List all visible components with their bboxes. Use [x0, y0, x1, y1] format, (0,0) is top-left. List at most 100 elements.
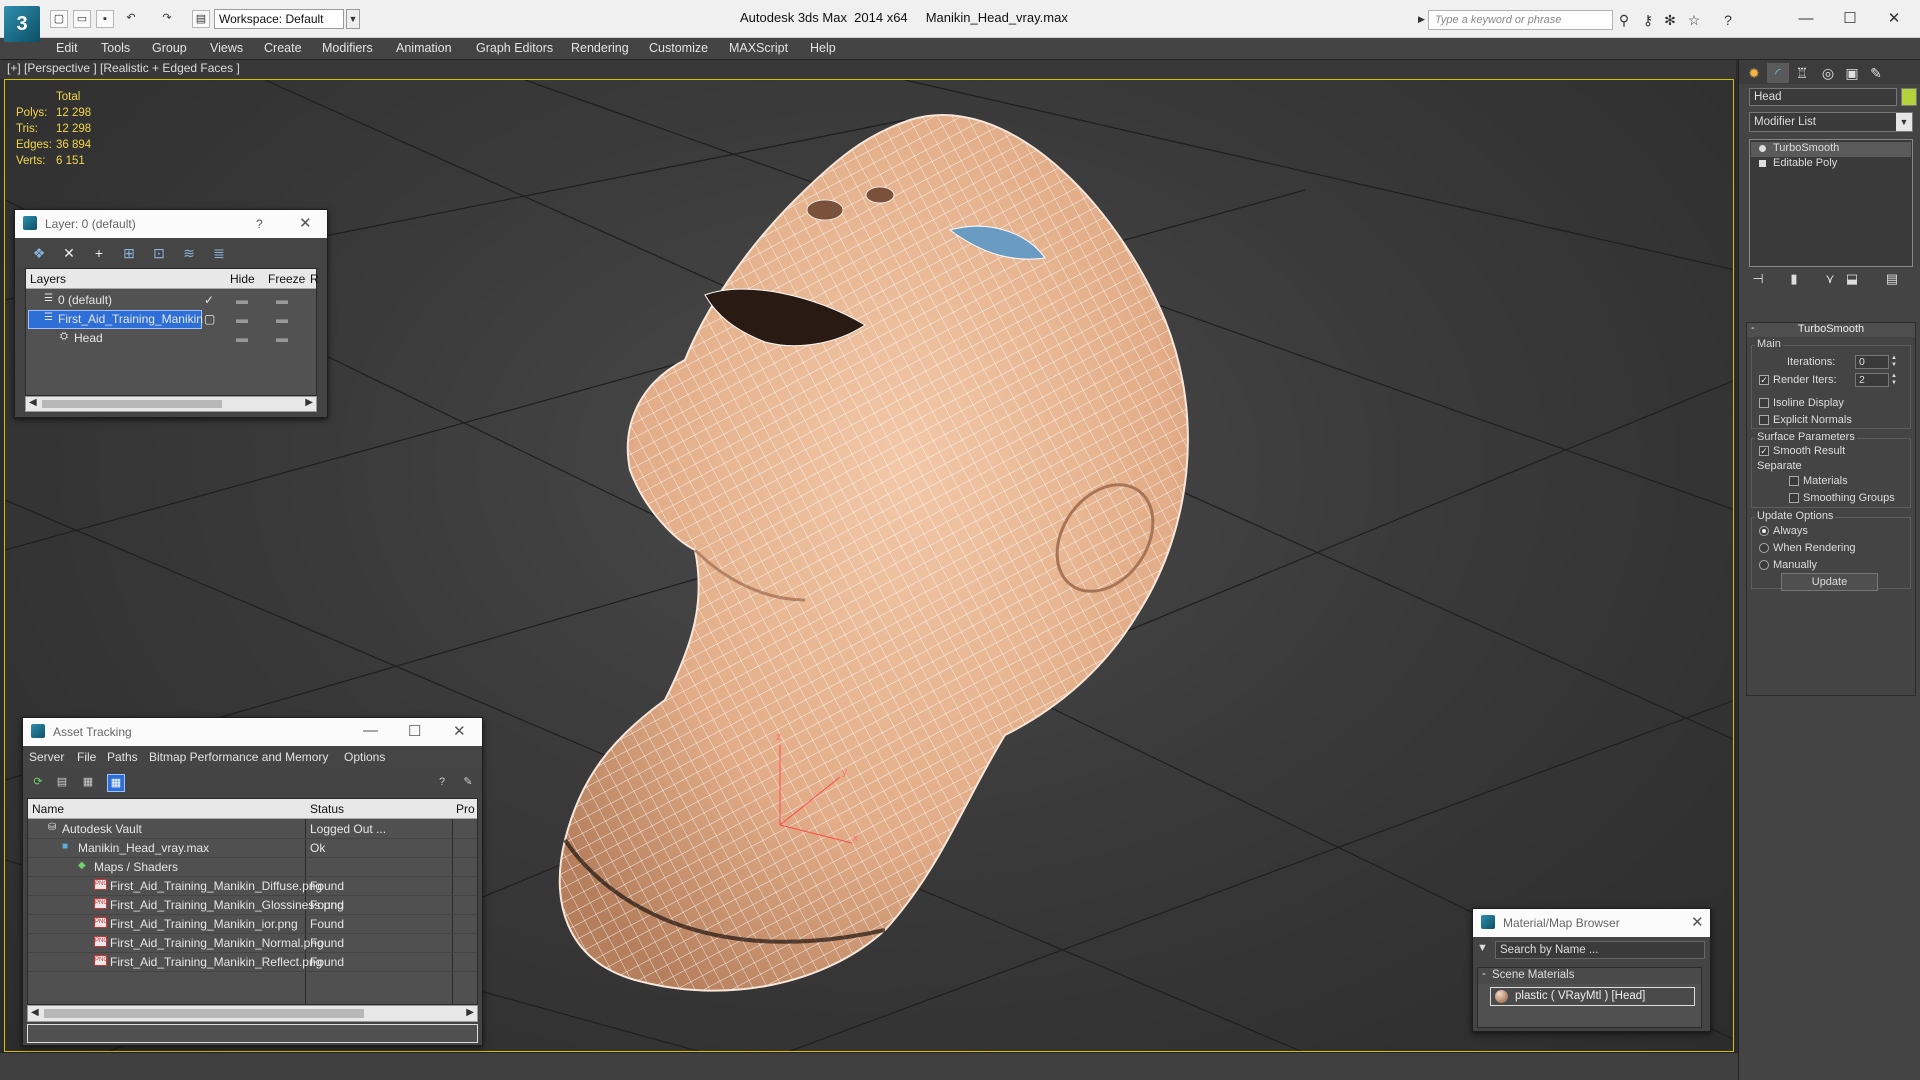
asset-row[interactable]: ⛁ Autodesk Vault Logged Out ... — [28, 820, 477, 839]
material-item[interactable]: plastic ( VRayMtl ) [Head] — [1490, 987, 1695, 1006]
remove-modifier-icon[interactable]: ⬓ — [1843, 271, 1861, 289]
collapse-icon[interactable]: - — [1482, 968, 1486, 980]
object-name-field[interactable]: Head — [1749, 88, 1897, 106]
update-button[interactable]: Update — [1781, 573, 1878, 591]
scroll-right-icon[interactable]: ▶ — [466, 1007, 474, 1018]
detail-view-icon[interactable]: ▦ — [79, 774, 97, 792]
save-file-icon[interactable]: ▪ — [96, 10, 114, 28]
close-icon[interactable]: ✕ — [1874, 7, 1914, 31]
add-to-layer-icon[interactable]: ⊞ — [119, 244, 139, 262]
asset-row[interactable]: PNG First_Aid_Training_Manikin_Reflect.p… — [28, 953, 477, 972]
menu-group[interactable]: Group — [152, 41, 187, 55]
make-unique-icon[interactable]: ⋎ — [1821, 271, 1839, 289]
browser-options-icon[interactable]: ▼ — [1477, 942, 1488, 954]
layer-dialog-titlebar[interactable]: Layer: 0 (default) ? ✕ — [15, 210, 327, 238]
smoothing-groups-checkbox[interactable] — [1789, 493, 1799, 503]
asset-row[interactable]: PNG First_Aid_Training_Manikin_Normal.pn… — [28, 934, 477, 953]
render-iters-checkbox[interactable]: ✓ — [1759, 375, 1769, 385]
menu-rendering[interactable]: Rendering — [571, 41, 629, 55]
object-color-swatch[interactable] — [1901, 88, 1917, 106]
asset-row[interactable]: ■ Manikin_Head_vray.max Ok — [28, 839, 477, 858]
asset-row[interactable]: PNG First_Aid_Training_Manikin_ior.png F… — [28, 915, 477, 934]
layer-row[interactable]: ⛭ Head ▬ ▬ — [26, 329, 316, 348]
col-status[interactable]: Status — [310, 802, 344, 816]
show-end-result-icon[interactable]: ▮ — [1785, 271, 1803, 289]
refresh-icon[interactable]: ⟳ — [29, 774, 47, 792]
col-layers[interactable]: Layers — [30, 272, 66, 286]
material-search-input[interactable]: Search by Name ... — [1495, 941, 1705, 959]
scroll-thumb[interactable] — [44, 1009, 364, 1018]
layer-settings-icon[interactable]: ❖ — [29, 244, 49, 262]
stack-item-turbosmooth[interactable]: TurboSmooth — [1751, 142, 1911, 157]
update-always-radio[interactable] — [1759, 526, 1769, 536]
menu-tools[interactable]: Tools — [101, 41, 130, 55]
asset-row[interactable]: ◆ Maps / Shaders — [28, 858, 477, 877]
favorites-star-icon[interactable]: ☆ — [1684, 11, 1704, 29]
scroll-right-icon[interactable]: ▶ — [305, 397, 313, 408]
lightbulb-icon[interactable] — [1759, 145, 1766, 152]
pin-stack-icon[interactable]: ⊣ — [1749, 271, 1767, 289]
highlight-layer-icon[interactable]: ≋ — [179, 244, 199, 262]
turbosmooth-rollout-header[interactable]: - TurboSmooth — [1747, 322, 1915, 337]
minimize-icon[interactable]: — — [1786, 7, 1826, 31]
minimize-icon[interactable]: — — [363, 722, 378, 739]
menu-modifiers[interactable]: Modifiers — [322, 41, 373, 55]
modify-tab-icon[interactable]: ◜ — [1767, 63, 1789, 83]
asset-horizontal-scrollbar[interactable]: ◀ ▶ — [27, 1005, 478, 1022]
menu-server[interactable]: Server — [29, 750, 64, 764]
menu-animation[interactable]: Animation — [396, 41, 452, 55]
modifier-list-dropdown[interactable]: Modifier List ▼ — [1749, 112, 1913, 132]
maximize-icon[interactable]: ☐ — [408, 722, 421, 740]
asset-row[interactable]: PNG First_Aid_Training_Manikin_Diffuse.p… — [28, 877, 477, 896]
communication-center-icon[interactable]: ✻ — [1660, 11, 1680, 29]
list-view-icon[interactable]: ▤ — [53, 774, 71, 792]
menu-options[interactable]: Options — [344, 750, 385, 764]
help-icon[interactable]: ? — [433, 774, 451, 792]
material-map-browser[interactable]: Material/Map Browser ✕ ▼ Search by Name … — [1472, 908, 1711, 1032]
scroll-thumb[interactable] — [42, 400, 222, 408]
menu-help[interactable]: Help — [810, 41, 836, 55]
asset-dialog-titlebar[interactable]: Asset Tracking — ☐ ✕ — [23, 718, 482, 746]
freeze-toggle-icon[interactable]: ▬ — [276, 331, 288, 345]
utilities-tab-icon[interactable]: ✎ — [1865, 63, 1887, 83]
close-icon[interactable]: ✕ — [453, 722, 466, 740]
close-icon[interactable]: ✕ — [299, 214, 312, 232]
layer-explorer-dialog[interactable]: Layer: 0 (default) ? ✕ ❖ ✕ + ⊞ ⊡ ≋ ≣ Lay… — [14, 209, 328, 418]
project-folder-icon[interactable]: ▤ — [192, 10, 210, 28]
menu-paths[interactable]: Paths — [107, 750, 138, 764]
col-freeze[interactable]: Freeze — [268, 272, 305, 286]
scene-materials-header[interactable]: - Scene Materials — [1478, 968, 1701, 984]
new-file-icon[interactable]: ▢ — [50, 10, 68, 28]
maximize-icon[interactable]: ☐ — [1830, 7, 1870, 31]
create-tab-icon[interactable]: ✹ — [1743, 63, 1765, 83]
asset-row[interactable]: PNG First_Aid_Training_Manikin_Glossines… — [28, 896, 477, 915]
undo-icon[interactable]: ↶ — [122, 10, 140, 28]
scroll-left-icon[interactable]: ◀ — [31, 1007, 39, 1018]
layer-row[interactable]: ☰ 0 (default) ✓ ▬ ▬ — [26, 291, 316, 310]
menu-customize[interactable]: Customize — [649, 41, 708, 55]
menu-bitmap-performance[interactable]: Bitmap Performance and Memory — [149, 750, 328, 764]
configure-sets-icon[interactable]: ▤ — [1883, 271, 1901, 289]
hide-all-layers-icon[interactable]: ≣ — [209, 244, 229, 262]
menu-maxscript[interactable]: MAXScript — [729, 41, 788, 55]
smooth-result-checkbox[interactable]: ✓ — [1759, 446, 1769, 456]
menu-edit[interactable]: Edit — [56, 41, 78, 55]
menu-graph-editors[interactable]: Graph Editors — [476, 41, 553, 55]
app-logo-button[interactable]: 3 — [4, 6, 40, 42]
update-manually-radio[interactable] — [1759, 560, 1769, 570]
collapse-icon[interactable]: - — [1751, 322, 1755, 334]
hide-toggle-icon[interactable]: ▬ — [236, 312, 248, 326]
col-hide[interactable]: Hide — [230, 272, 255, 286]
freeze-toggle-icon[interactable]: ▬ — [276, 312, 288, 326]
select-layer-objects-icon[interactable]: ⊡ — [149, 244, 169, 262]
current-layer-box-icon[interactable]: ▢ — [204, 312, 215, 326]
help-button[interactable]: ? — [256, 217, 263, 231]
binoculars-icon[interactable]: ⚲ — [1614, 11, 1634, 29]
layer-row[interactable]: ☰ First_Aid_Training_Manikin ▢ ▬ ▬ — [26, 310, 316, 329]
motion-tab-icon[interactable]: ◎ — [1817, 63, 1839, 83]
layer-horizontal-scrollbar[interactable]: ◀ ▶ — [25, 396, 317, 412]
iterations-spinner-arrows-icon[interactable]: ▲ ▼ — [1890, 355, 1898, 369]
render-iters-spinner[interactable]: 2 — [1855, 373, 1889, 387]
menu-views[interactable]: Views — [210, 41, 243, 55]
redo-icon[interactable]: ↷ — [158, 10, 176, 28]
